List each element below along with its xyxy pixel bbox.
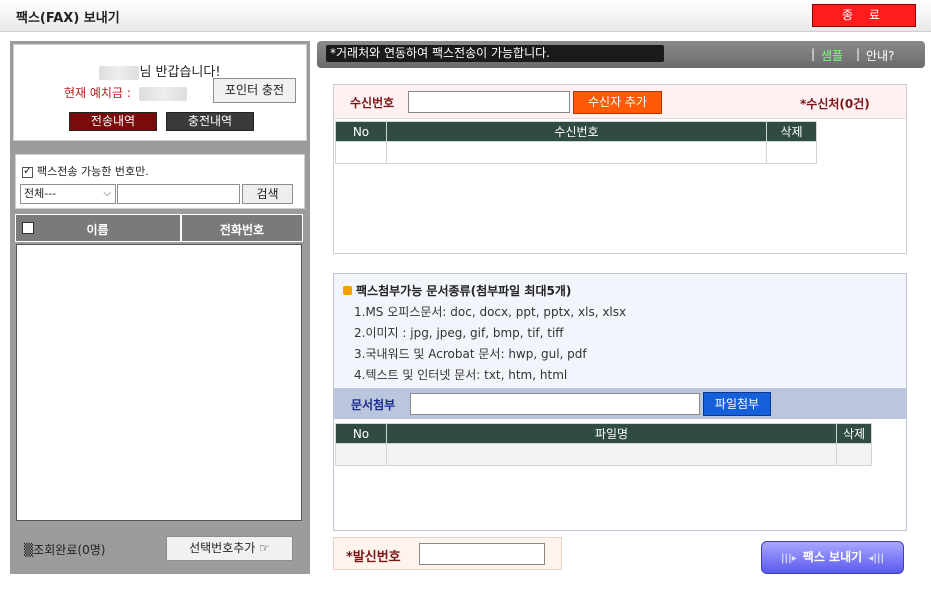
send-fax-label: 팩스 보내기 <box>802 550 863 564</box>
col-no: No <box>335 423 387 444</box>
contact-list-header: 이름 전화번호 <box>15 214 303 242</box>
recipient-number-input[interactable] <box>408 91 570 113</box>
table-cell <box>386 443 837 466</box>
username-redacted <box>99 65 140 80</box>
col-phone: 전화번호 <box>219 223 265 237</box>
doc-type-line: 4.텍스트 및 인터넷 문서: txt, htm, html <box>354 368 568 382</box>
sound-wave-icon: |||▸ <box>780 553 797 564</box>
charge-history-button[interactable]: 충전내역 <box>166 112 254 131</box>
sender-box: *발신번호 <box>333 537 562 570</box>
attach-file-input[interactable] <box>410 393 700 415</box>
table-cell <box>766 141 817 164</box>
col-delete: 삭제 <box>766 121 817 142</box>
welcome-box: 님 반갑습니다! 현재 예치금 : 포인터 충전 전송내역 충전내역 <box>13 44 307 141</box>
recipient-header: 수신번호 수신자 추가 *수신처(0건) <box>334 85 906 119</box>
search-input[interactable] <box>117 184 240 204</box>
guide-link[interactable]: 안내? <box>866 47 894 64</box>
sample-link[interactable]: 샘플 <box>821 47 843 64</box>
close-button[interactable]: 종 료 <box>812 4 916 27</box>
table-cell <box>386 141 767 164</box>
separator-2: | <box>856 47 861 61</box>
col-file-name: 파일명 <box>386 423 837 444</box>
contact-list-footer: ▒조회완료(0명) 선택번호추가 ☞ <box>10 527 310 574</box>
attach-row: 문서첨부 파일첨부 <box>334 388 906 419</box>
bullet-icon <box>343 286 352 295</box>
contact-list[interactable] <box>16 244 302 521</box>
table-row <box>335 443 872 466</box>
send-fax-button[interactable]: |||▸ 팩스 보내기 ◂||| <box>761 541 904 574</box>
lookup-status: ▒조회완료(0명) <box>24 543 106 557</box>
col-delete: 삭제 <box>836 423 872 444</box>
title-bar: 팩스(FAX) 보내기 종 료 <box>0 0 931 32</box>
category-select[interactable]: 전체--- ⌵ <box>20 184 116 204</box>
doc-type-line: 2.이미지 : jpg, jpeg, gif, bmp, tif, tiff <box>354 326 564 340</box>
charge-points-button[interactable]: 포인터 충전 <box>213 78 296 103</box>
search-box: 팩스전송 가능한 번호만. 전체--- ⌵ 검색 <box>15 154 305 209</box>
send-history-button[interactable]: 전송내역 <box>69 112 157 131</box>
file-table: No 파일명 삭제 <box>335 423 872 466</box>
deposit-row: 현재 예치금 : <box>64 84 187 101</box>
greeting-text: 님 반갑습니다! <box>139 65 221 80</box>
recipient-table: No 수신번호 삭제 <box>335 121 817 164</box>
recipient-table-header: No 수신번호 삭제 <box>335 121 817 142</box>
sound-wave-icon: ◂||| <box>868 553 885 564</box>
fax-only-label: 팩스전송 가능한 번호만. <box>37 165 149 178</box>
separator-1: | <box>811 47 816 61</box>
recipient-panel: 수신번호 수신자 추가 *수신처(0건) No 수신번호 삭제 <box>333 84 907 254</box>
table-cell <box>335 443 387 466</box>
doc-type-line: 1.MS 오피스문서: doc, docx, ppt, pptx, xls, x… <box>354 305 627 319</box>
fax-only-checkbox[interactable] <box>22 164 33 178</box>
doc-type-line: 3.국내워드 및 Acrobat 문서: hwp, gul, pdf <box>354 347 587 361</box>
add-selected-button[interactable]: 선택번호추가 ☞ <box>166 536 293 561</box>
col-name: 이름 <box>86 223 109 237</box>
notice-bar: *거래처와 연동하여 팩스전송이 가능합니다. | 샘플 | 안내? <box>317 41 925 68</box>
document-types-info: 팩스첨부가능 문서종류(첨부파일 최대5개) 1.MS 오피스문서: doc, … <box>334 274 906 387</box>
window-title: 팩스(FAX) 보내기 <box>16 11 120 26</box>
recipient-count: *수신처(0건) <box>800 97 870 111</box>
chevron-down-icon: ⌵ <box>103 188 111 199</box>
table-cell <box>335 141 387 164</box>
sender-number-input[interactable] <box>419 543 545 565</box>
recipient-label: 수신번호 <box>350 96 395 110</box>
col-no: No <box>335 121 387 142</box>
heading-text: 팩스첨부가능 문서종류(첨부파일 최대5개) <box>356 284 572 298</box>
col-recipient-number: 수신번호 <box>386 121 767 142</box>
search-button[interactable]: 검색 <box>242 184 293 204</box>
left-panel: 님 반갑습니다! 현재 예치금 : 포인터 충전 전송내역 충전내역 팩스전송 … <box>10 41 310 574</box>
table-cell <box>836 443 872 466</box>
notice-message: *거래처와 연동하여 팩스전송이 가능합니다. <box>326 45 664 62</box>
attach-label: 문서첨부 <box>351 398 396 412</box>
category-selected: 전체--- <box>24 187 57 200</box>
table-row <box>335 141 817 164</box>
document-panel: 팩스첨부가능 문서종류(첨부파일 최대5개) 1.MS 오피스문서: doc, … <box>333 273 907 531</box>
fax-only-row[interactable]: 팩스전송 가능한 번호만. <box>22 163 149 179</box>
document-types-heading: 팩스첨부가능 문서종류(첨부파일 최대5개) <box>343 282 571 299</box>
add-recipient-button[interactable]: 수신자 추가 <box>573 91 662 114</box>
sender-label: *발신번호 <box>346 550 401 565</box>
deposit-amount-redacted <box>138 86 187 101</box>
file-table-header: No 파일명 삭제 <box>335 423 872 444</box>
deposit-label: 현재 예치금 : <box>64 86 131 100</box>
attach-file-button[interactable]: 파일첨부 <box>703 392 771 416</box>
